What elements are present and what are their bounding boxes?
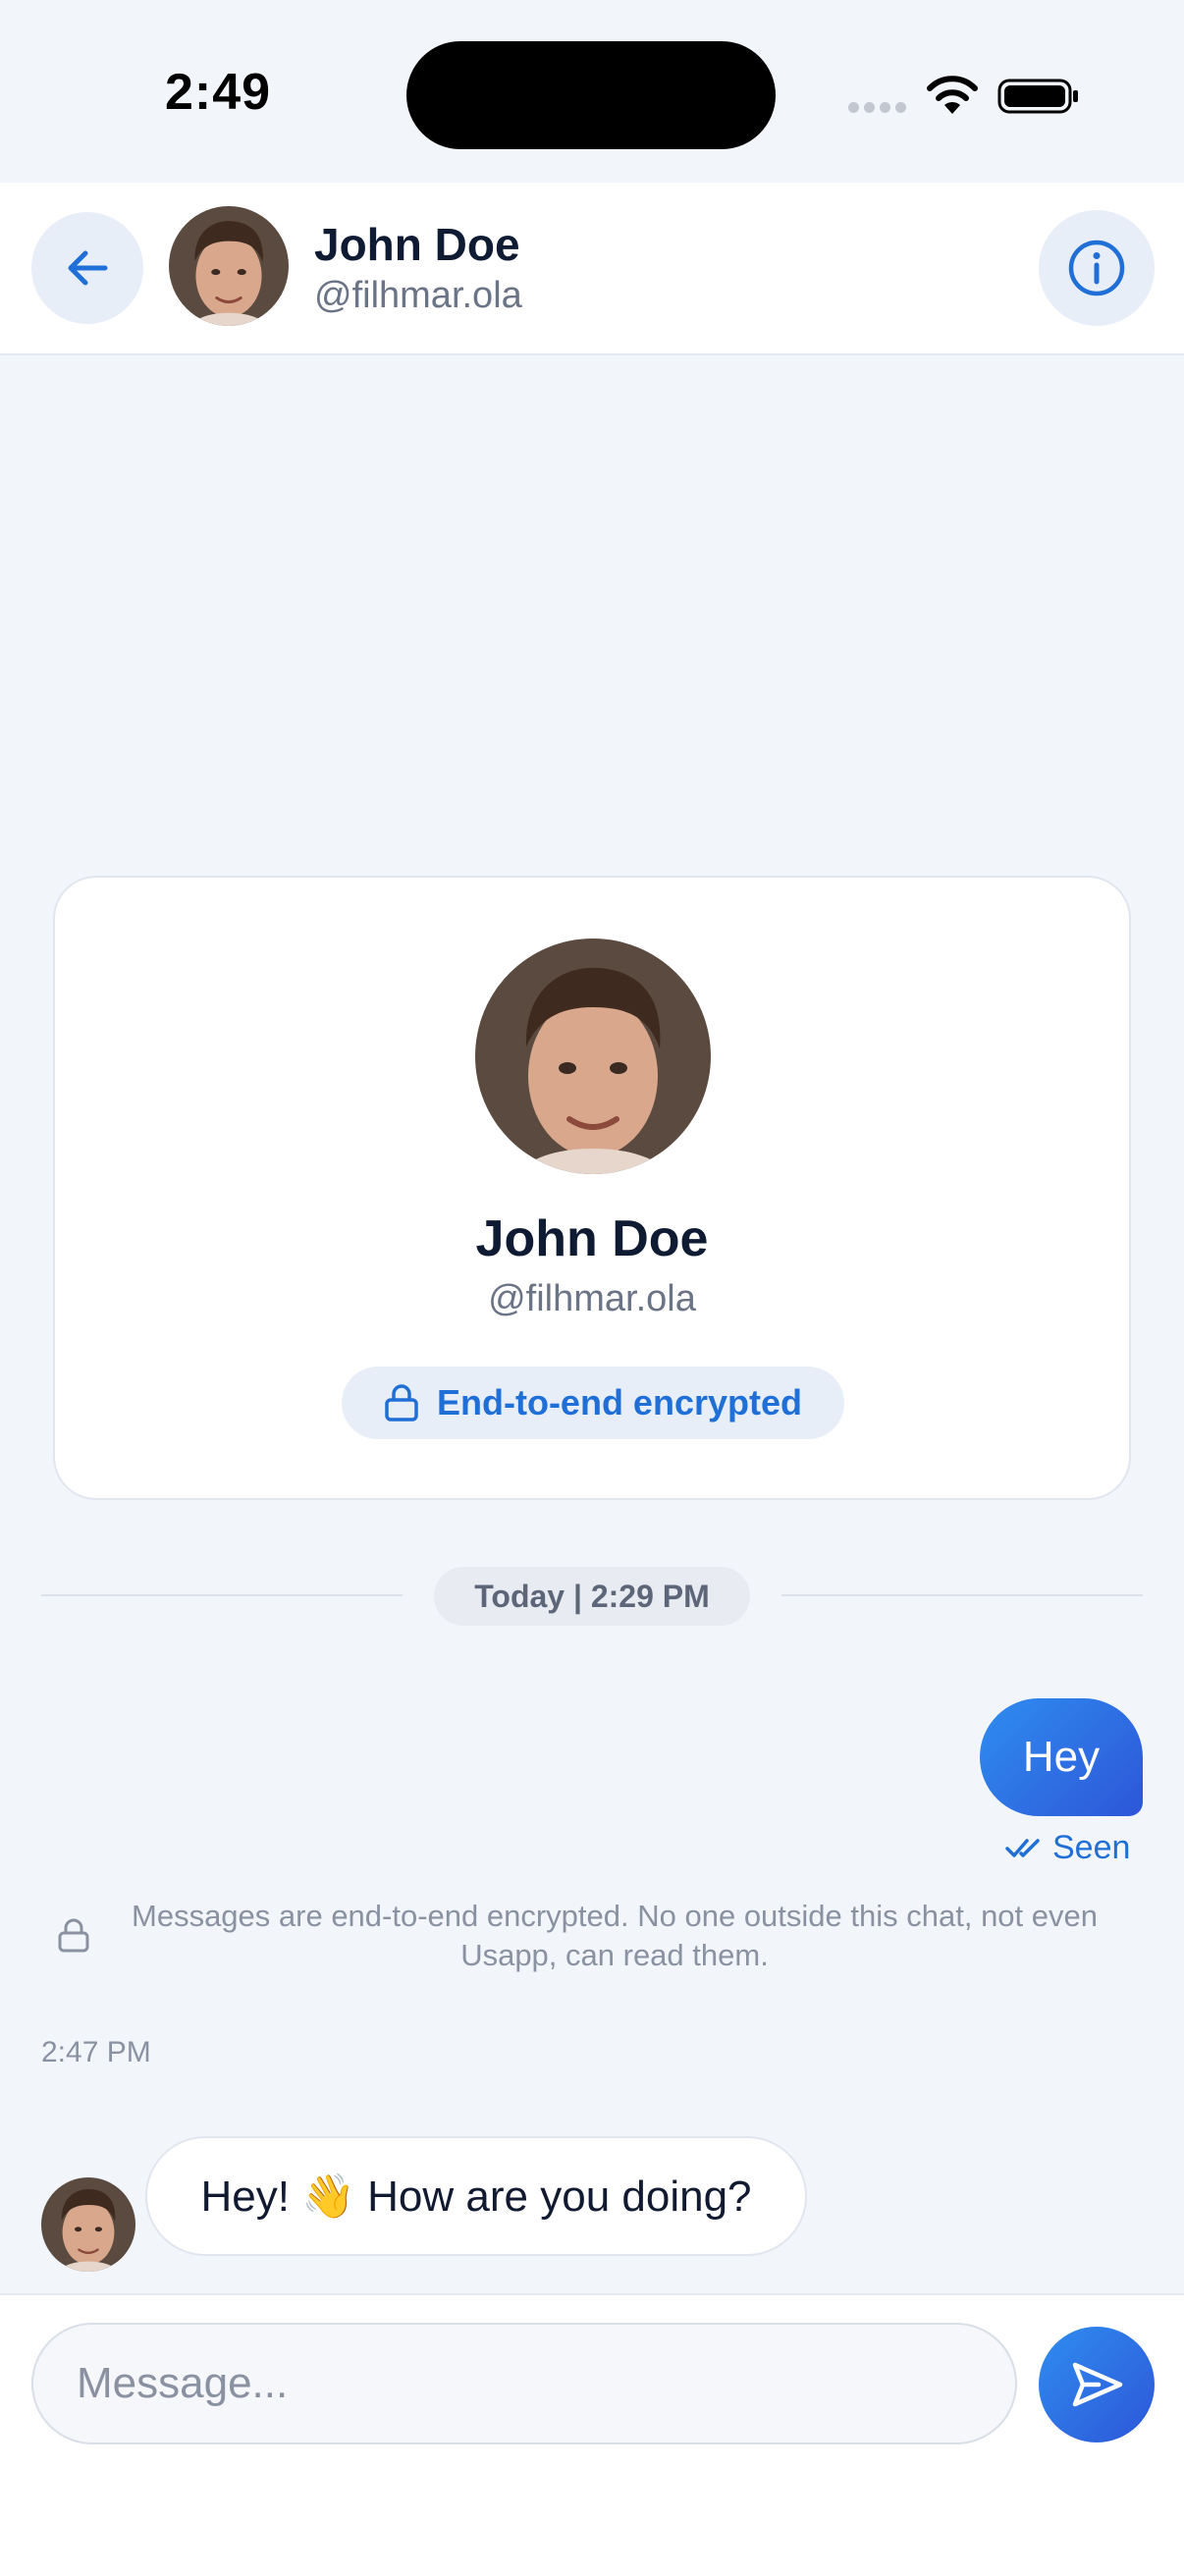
seen-label: Seen [1052, 1828, 1131, 1866]
back-button[interactable] [31, 212, 143, 324]
send-button[interactable] [1039, 2327, 1155, 2442]
header-avatar[interactable] [169, 206, 289, 326]
avatar-image [41, 2177, 135, 2272]
date-divider: Today | 2:29 PM [434, 1567, 750, 1626]
info-button[interactable] [1039, 210, 1155, 326]
message-status: Seen [1005, 1826, 1130, 1869]
encryption-notice: Messages are end-to-end encrypted. No on… [132, 1899, 1098, 1972]
lock-icon [385, 1384, 418, 1422]
sender-avatar[interactable] [41, 2177, 135, 2272]
header-contact-name: John Doe [314, 219, 520, 270]
avatar-image [475, 939, 711, 1174]
send-icon [1072, 2362, 1123, 2407]
wifi-icon [927, 76, 978, 114]
avatar-image [169, 206, 289, 326]
header-contact-handle: @filhmar.ola [314, 275, 522, 316]
incoming-message-bubble[interactable]: Hey! 👋 How are you doing? [145, 2136, 807, 2256]
message-input[interactable] [31, 2323, 1017, 2444]
arrow-left-icon [68, 250, 108, 286]
battery-icon [997, 79, 1078, 114]
profile-avatar[interactable] [475, 939, 711, 1174]
profile-handle: @filhmar.ola [488, 1278, 696, 1319]
message-timestamp: 2:47 PM [41, 2036, 151, 2068]
lock-icon [58, 1918, 89, 1953]
encryption-badge: End-to-end encrypted [342, 1367, 844, 1439]
cellular-signal-icon [848, 102, 907, 114]
dynamic-island [406, 41, 776, 149]
outgoing-message-bubble[interactable]: Hey [980, 1698, 1143, 1816]
status-time: 2:49 [165, 64, 272, 121]
double-check-icon [1005, 1839, 1040, 1857]
divider-line-left [41, 1594, 403, 1596]
divider-line-right [781, 1594, 1143, 1596]
profile-name: John Doe [475, 1210, 709, 1267]
info-circle-icon [1068, 240, 1125, 296]
encryption-badge-label: End-to-end encrypted [436, 1382, 802, 1422]
